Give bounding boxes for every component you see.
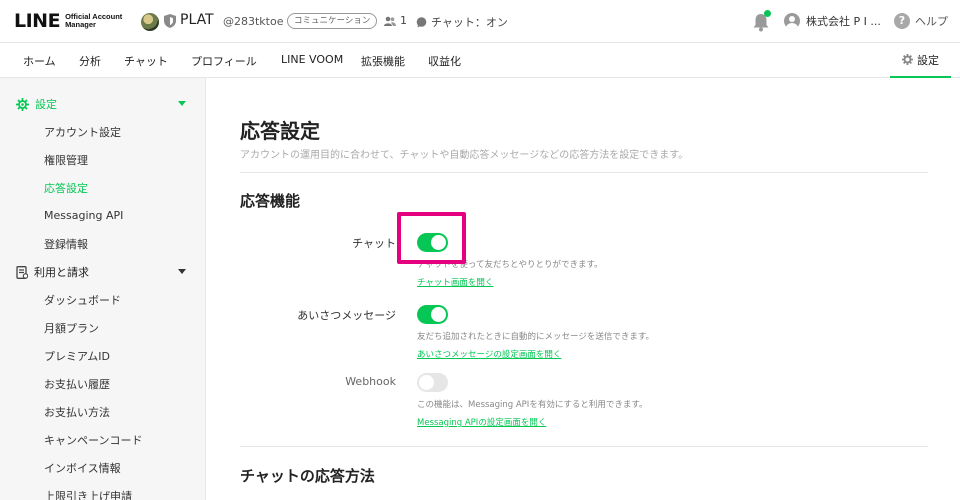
- gear-icon: [16, 97, 29, 111]
- user-name: 株式会社 P I ...: [806, 15, 881, 28]
- section-title-features: 応答機能: [240, 192, 301, 210]
- chat-status: チャット：オン: [416, 14, 508, 30]
- sidebar-item-messaging-api[interactable]: Messaging API: [44, 209, 123, 222]
- account-avatar[interactable]: [141, 13, 159, 31]
- sidebar-item-limit-request[interactable]: 上限引き上げ申請: [44, 488, 132, 500]
- sidebar-group-billing-label: 利用と請求: [34, 266, 89, 279]
- gear-icon: [902, 54, 913, 65]
- chat-link[interactable]: チャット画面を開く: [417, 276, 493, 288]
- chat-status-label: チャット：オン: [431, 16, 508, 29]
- sidebar-item-registration-info[interactable]: 登録情報: [44, 236, 88, 252]
- shield-icon: [164, 14, 176, 28]
- logo-text: LINE: [14, 10, 61, 32]
- nav-settings-tab[interactable]: 設定: [890, 43, 951, 78]
- main-nav: ホーム 分析 チャット プロフィール LINE VOOM 拡張機能 収益化: [0, 43, 960, 78]
- chevron-down-icon[interactable]: [178, 269, 186, 274]
- notification-dot: [764, 10, 771, 17]
- sidebar-group-settings-label: 設定: [35, 98, 57, 111]
- sidebar-item-permissions[interactable]: 権限管理: [44, 152, 88, 168]
- divider: [240, 446, 928, 447]
- sidebar: 設定 アカウント設定 権限管理 応答設定 Messaging API 登録情報 …: [0, 78, 206, 500]
- greeting-toggle[interactable]: [417, 305, 448, 324]
- greeting-description: 友だち追加されたときに自動的にメッセージを送信できます。: [417, 332, 654, 342]
- chat-bubble-icon: [416, 16, 427, 27]
- nav-settings-label: 設定: [917, 53, 939, 67]
- sidebar-item-premium-id[interactable]: プレミアムID: [44, 348, 110, 364]
- nav-profile[interactable]: プロフィール: [191, 53, 257, 69]
- sidebar-item-campaign-code[interactable]: キャンペーンコード: [44, 432, 142, 448]
- sidebar-item-monthly-plan[interactable]: 月額プラン: [44, 320, 99, 336]
- webhook-toggle[interactable]: [417, 373, 448, 392]
- chat-label: チャット: [352, 237, 396, 250]
- webhook-label: Webhook: [345, 375, 396, 388]
- nav-home[interactable]: ホーム: [23, 53, 56, 69]
- help-icon: ?: [894, 13, 910, 29]
- divider: [240, 172, 928, 173]
- sidebar-item-dashboard[interactable]: ダッシュボード: [44, 292, 121, 308]
- line-oa-logo[interactable]: LINE Official Account Manager: [14, 10, 135, 32]
- nav-extensions[interactable]: 拡張機能: [361, 53, 405, 69]
- nav-line-voom[interactable]: LINE VOOM: [281, 53, 343, 66]
- sidebar-item-payment-method[interactable]: お支払い方法: [44, 404, 110, 420]
- sidebar-item-response-settings[interactable]: 応答設定: [44, 180, 88, 196]
- sidebar-group-billing[interactable]: 利用と請求: [16, 264, 89, 280]
- user-menu[interactable]: 株式会社 P I ...: [784, 13, 881, 29]
- sidebar-item-invoice-info[interactable]: インボイス情報: [44, 460, 121, 476]
- page-title: 応答設定: [240, 119, 320, 143]
- help-label: ヘルプ: [915, 15, 948, 28]
- chevron-down-icon[interactable]: [178, 101, 186, 106]
- account-type-badge: コミュニケーション: [287, 13, 378, 29]
- logo-subtext: Official Account Manager: [65, 12, 123, 29]
- nav-chat[interactable]: チャット: [124, 53, 168, 69]
- main-content: 応答設定 アカウントの運用目的に合わせて、チャットや自動応答メッセージなどの応答…: [206, 78, 960, 500]
- sidebar-item-payment-history[interactable]: お支払い履歴: [44, 376, 110, 392]
- highlight-frame: [397, 212, 466, 264]
- webhook-link[interactable]: Messaging APIの設定画面を開く: [417, 416, 546, 428]
- top-header: LINE Official Account Manager PLAT @283t…: [0, 0, 960, 43]
- nav-analytics[interactable]: 分析: [79, 53, 101, 69]
- webhook-description: この機能は、Messaging APIを有効にすると利用できます。: [417, 400, 648, 410]
- greeting-link[interactable]: あいさつメッセージの設定画面を開く: [417, 348, 561, 360]
- friends-count: 1: [384, 14, 407, 27]
- section-title-response-method: チャットの応答方法: [240, 467, 375, 485]
- account-id: @283tktoe: [223, 15, 284, 28]
- help-link[interactable]: ? ヘルプ: [894, 13, 948, 29]
- document-icon: [16, 265, 28, 279]
- greeting-label: あいさつメッセージ: [297, 309, 396, 322]
- page-description: アカウントの運用目的に合わせて、チャットや自動応答メッセージなどの応答方法を設定…: [240, 150, 689, 161]
- user-icon: [784, 13, 800, 29]
- friends-count-value: 1: [400, 14, 407, 27]
- sidebar-item-account-settings[interactable]: アカウント設定: [44, 124, 121, 140]
- sidebar-group-settings[interactable]: 設定: [16, 96, 57, 112]
- account-name[interactable]: PLAT: [180, 12, 214, 28]
- nav-monetization[interactable]: 収益化: [428, 53, 461, 69]
- person-icon: [384, 16, 396, 26]
